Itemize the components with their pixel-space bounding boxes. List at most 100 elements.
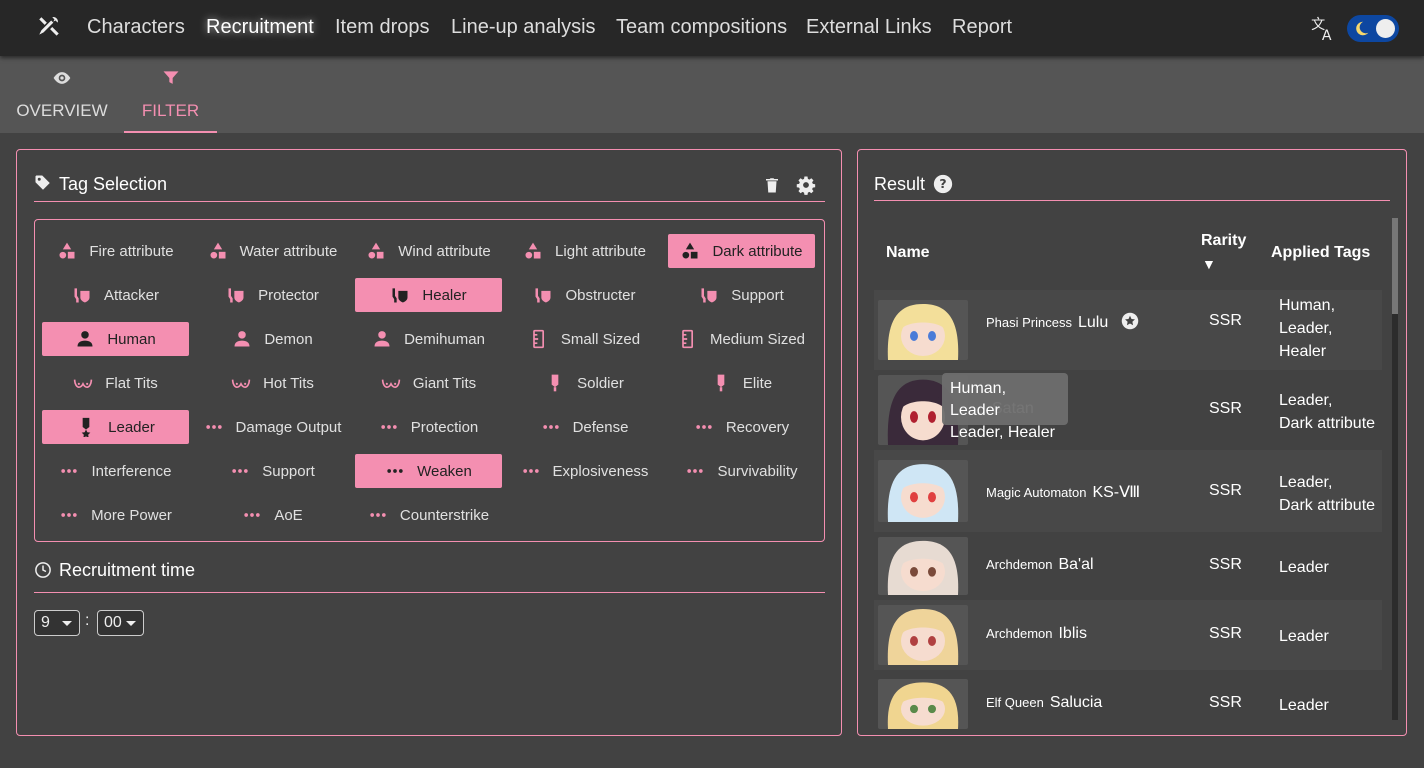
table-row[interactable]: Archdemon Iblis SSR Leader: [874, 600, 1382, 670]
nav-item-drops[interactable]: Item drops: [335, 16, 429, 39]
character-portrait[interactable]: [878, 460, 968, 522]
tag-aoe[interactable]: AoE: [199, 498, 346, 532]
dots-icon: [61, 513, 77, 517]
dots-icon: [381, 425, 397, 429]
tag-medium-sized[interactable]: Medium Sized: [668, 322, 815, 356]
nav-team-compositions[interactable]: Team compositions: [616, 16, 787, 39]
tag-label: Weaken: [417, 462, 472, 480]
minute-select[interactable]: 00: [97, 610, 144, 636]
tag-demihuman[interactable]: Demihuman: [355, 322, 502, 356]
tag-dark-attribute[interactable]: Dark attribute: [668, 234, 815, 268]
tab-filter[interactable]: FILTER: [124, 56, 217, 133]
tag-more-power[interactable]: More Power: [42, 498, 189, 532]
tag-flat-tits[interactable]: Flat Tits: [42, 366, 189, 400]
tag-label: Fire attribute: [89, 242, 174, 260]
tag-survivability[interactable]: Survivability: [668, 454, 815, 488]
tag-elite[interactable]: Elite: [668, 366, 815, 400]
result-panel: Result ? Name Rarity ▼ Applied Tags Phas…: [857, 149, 1407, 736]
medal-star-icon: [81, 417, 91, 437]
tag-human[interactable]: Human: [42, 322, 189, 356]
result-scrollbar[interactable]: [1392, 218, 1398, 720]
nav-lineup-analysis[interactable]: Line-up analysis: [451, 16, 596, 39]
tag-healer[interactable]: Healer: [355, 278, 502, 312]
tag-interference[interactable]: Interference: [42, 454, 189, 488]
applied-tag: Leader,: [1279, 320, 1333, 337]
trash-icon[interactable]: [763, 175, 781, 195]
tag-attacker[interactable]: Attacker: [42, 278, 189, 312]
tag-water-attribute[interactable]: Water attribute: [199, 234, 346, 268]
table-row[interactable]: Elf Queen Salucia SSR Leader: [874, 670, 1382, 735]
tag-selection-title: Tag Selection: [59, 174, 168, 194]
tag-protector[interactable]: Protector: [199, 278, 346, 312]
applied-tags: Leader: [1279, 625, 1379, 648]
result-divider: [874, 200, 1390, 201]
tag-obstructer[interactable]: Obstructer: [511, 278, 658, 312]
tag-label: Leader: [108, 418, 155, 436]
translate-icon[interactable]: 文 A: [1310, 15, 1336, 41]
dots-icon: [696, 425, 712, 429]
table-row[interactable]: Archdemon Ba'al SSR Leader: [874, 532, 1382, 600]
tag-protection[interactable]: Protection: [355, 410, 502, 444]
dark-mode-toggle[interactable]: [1347, 15, 1399, 42]
column-name[interactable]: Name: [886, 244, 930, 262]
dots-icon: [61, 469, 78, 473]
tag-label: Medium Sized: [709, 330, 806, 348]
tag-counterstrike[interactable]: Counterstrike: [355, 498, 502, 532]
character-portrait[interactable]: [878, 679, 968, 729]
tag-small-sized[interactable]: Small Sized: [511, 322, 658, 356]
character-portrait[interactable]: [878, 605, 968, 665]
tag-demon[interactable]: Demon: [199, 322, 346, 356]
tag-soldier[interactable]: Soldier: [511, 366, 658, 400]
nav-external-links[interactable]: External Links: [806, 16, 932, 39]
tag-giant-tits[interactable]: Giant Tits: [355, 366, 502, 400]
character-portrait[interactable]: [878, 537, 968, 595]
table-row[interactable]: Magic Automaton KS-Ⅷ SSR Leader, Dark attr…: [874, 450, 1382, 532]
scrollbar-thumb[interactable]: [1392, 218, 1398, 314]
nav-recruitment[interactable]: Recruitment: [206, 16, 314, 39]
gear-icon[interactable]: [796, 175, 816, 195]
tools-icon[interactable]: [36, 14, 62, 40]
nav-characters[interactable]: Characters: [87, 16, 185, 39]
tag-damage-output[interactable]: Damage Output: [199, 410, 346, 444]
tag-label: Protection: [410, 418, 479, 436]
applied-tag: Leader: [1279, 697, 1329, 714]
bust-icon: [74, 379, 93, 389]
tag-wind-attribute[interactable]: Wind attribute: [355, 234, 502, 268]
tag-fire-attribute[interactable]: Fire attribute: [42, 234, 189, 268]
ruler-icon: [682, 329, 693, 349]
nav-report[interactable]: Report: [952, 16, 1012, 39]
dots-icon: [370, 513, 386, 517]
tag-explosiveness[interactable]: Explosiveness: [511, 454, 658, 488]
attribute-icon: [525, 242, 541, 259]
column-rarity[interactable]: Rarity: [1201, 232, 1246, 250]
character-portrait[interactable]: [878, 300, 968, 360]
table-row[interactable]: Phasi Princess Lulu SSR Human, Leader, Heal…: [874, 290, 1382, 370]
tag-recovery[interactable]: Recovery: [668, 410, 815, 444]
tag-weaken[interactable]: Weaken: [355, 454, 502, 488]
tag-label: Counterstrike: [399, 506, 490, 524]
tab-overview[interactable]: OVERVIEW: [0, 56, 124, 133]
character-title: Archdemon: [986, 626, 1053, 641]
column-applied-tags[interactable]: Applied Tags: [1271, 244, 1370, 262]
applied-tags: Leader, Dark attribute: [1279, 389, 1379, 435]
tag-label: AoE: [274, 506, 303, 524]
tag-support[interactable]: Support: [199, 454, 346, 488]
tag-light-attribute[interactable]: Light attribute: [511, 234, 658, 268]
dots-icon: [244, 513, 260, 517]
tag-support[interactable]: Support: [668, 278, 815, 312]
favorite-star-icon[interactable]: [1113, 312, 1139, 331]
hour-select[interactable]: 9: [34, 610, 80, 636]
tag-leader[interactable]: Leader: [42, 410, 189, 444]
sort-down-icon[interactable]: ▼: [1202, 256, 1216, 272]
tag-label: Wind attribute: [398, 242, 491, 260]
role-icon: [228, 288, 244, 303]
applied-tag: Dark attribute: [1279, 415, 1376, 432]
tooltip-line: Leader, Healer: [950, 424, 1055, 441]
tag-defense[interactable]: Defense: [511, 410, 658, 444]
medal-icon: [551, 374, 559, 392]
rarity-value: SSR: [1209, 694, 1242, 711]
help-icon[interactable]: ?: [933, 174, 953, 194]
tag-hot-tits[interactable]: Hot Tits: [199, 366, 346, 400]
character-title: Phasi Princess: [986, 315, 1072, 330]
character-name: Elf Queen Salucia: [986, 694, 1102, 712]
